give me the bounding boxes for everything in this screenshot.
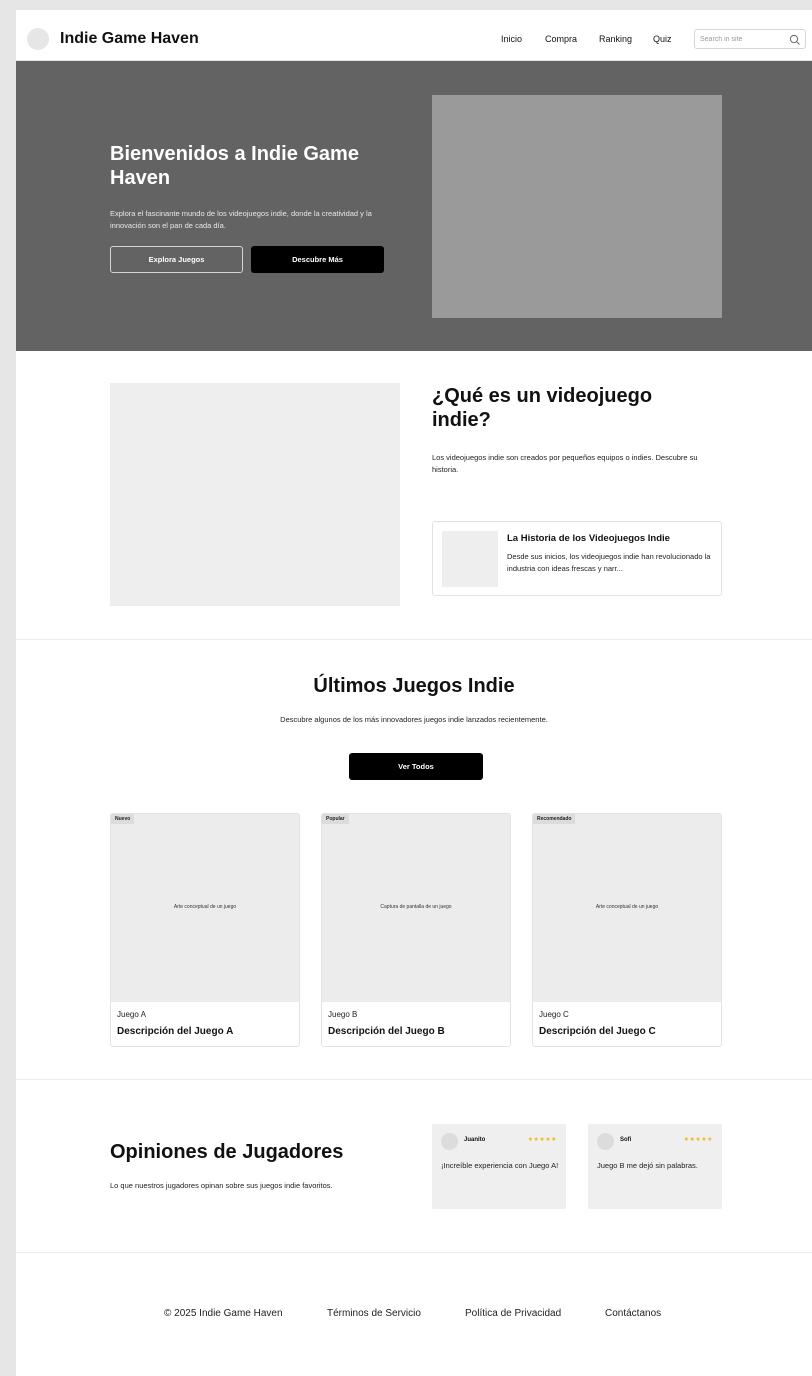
avatar — [441, 1133, 458, 1150]
section-divider — [16, 1252, 812, 1253]
game-image-caption: Captura de pantalla de un juego — [380, 904, 452, 910]
section-divider — [16, 639, 812, 640]
review-card: Juanito ★★★★★ ¡Increíble experiencia con… — [432, 1124, 566, 1209]
game-image-placeholder: Popular Captura de pantalla de un juego — [322, 814, 510, 1002]
game-description: Descripción del Juego A — [117, 1026, 234, 1037]
game-card[interactable]: Popular Captura de pantalla de un juego … — [321, 813, 511, 1047]
review-text: Juego B me dejó sin palabras. — [597, 1161, 698, 1170]
nav-item-quiz[interactable]: Quiz — [653, 34, 672, 44]
game-name: Juego B — [328, 1010, 358, 1019]
game-image-caption: Arte conceptual de un juego — [173, 904, 237, 910]
game-image-placeholder: Nuevo Arte conceptual de un juego — [111, 814, 299, 1002]
reviews-description: Lo que nuestros jugadores opinan sobre s… — [110, 1181, 333, 1190]
reviews-title: Opiniones de Jugadores — [110, 1141, 344, 1163]
game-description: Descripción del Juego B — [328, 1026, 445, 1037]
game-name: Juego C — [539, 1010, 569, 1019]
history-card-text: Desde sus inicios, los videojuegos indie… — [507, 552, 711, 573]
game-image-caption: Arte conceptual de un juego — [595, 904, 659, 910]
view-all-button[interactable]: Ver Todos — [349, 753, 483, 780]
hero-title: Bienvenidos a Indie Game Haven — [110, 143, 359, 189]
review-text: ¡Increíble experiencia con Juego A! — [441, 1161, 559, 1170]
logo-icon[interactable] — [27, 28, 49, 50]
game-card[interactable]: Recomendado Arte conceptual de un juego … — [532, 813, 722, 1047]
game-badge: Recomendado — [533, 814, 576, 824]
search-box[interactable] — [694, 29, 806, 49]
about-description: Los videojuegos indie son creados por pe… — [432, 453, 698, 474]
about-image-placeholder — [110, 383, 400, 606]
footer-link-contact[interactable]: Contáctanos — [605, 1308, 661, 1319]
reviewer-name: Sofi — [620, 1137, 632, 1143]
hero-image-placeholder — [432, 95, 722, 318]
game-image-placeholder: Recomendado Arte conceptual de un juego — [533, 814, 721, 1002]
footer-link-privacy[interactable]: Política de Privacidad — [465, 1308, 561, 1319]
footer-copyright: © 2025 Indie Game Haven — [164, 1308, 283, 1319]
page: Indie Game Haven Inicio Compra Ranking Q… — [16, 10, 812, 1376]
history-card-title: La Historia de los Videojuegos Indie — [507, 533, 670, 544]
explore-games-button[interactable]: Explora Juegos — [110, 246, 243, 273]
search-icon[interactable] — [789, 34, 801, 46]
discover-more-button[interactable]: Descubre Más — [251, 246, 384, 273]
game-name: Juego A — [117, 1010, 146, 1019]
game-card[interactable]: Nuevo Arte conceptual de un juego Juego … — [110, 813, 300, 1047]
footer-link-terms[interactable]: Términos de Servicio — [327, 1308, 421, 1319]
star-rating-icon: ★★★★★ — [527, 1137, 557, 1143]
nav-item-inicio[interactable]: Inicio — [501, 34, 522, 44]
game-description: Descripción del Juego C — [539, 1026, 656, 1037]
nav-item-compra[interactable]: Compra — [545, 34, 577, 44]
header: Indie Game Haven Inicio Compra Ranking Q… — [16, 10, 812, 61]
avatar — [597, 1133, 614, 1150]
hero-description: Explora el fascinante mundo de los video… — [110, 209, 372, 230]
latest-games-title: Últimos Juegos Indie — [313, 675, 515, 697]
review-card: Sofi ★★★★★ Juego B me dejó sin palabras. — [588, 1124, 722, 1209]
about-title: ¿Qué es un videojuego indie? — [432, 385, 653, 431]
game-badge: Nuevo — [111, 814, 135, 824]
history-card[interactable]: La Historia de los Videojuegos Indie Des… — [432, 521, 722, 596]
reviewer-name: Juanito — [464, 1137, 486, 1143]
section-divider — [16, 1079, 812, 1080]
star-rating-icon: ★★★★★ — [683, 1137, 713, 1143]
game-badge: Popular — [322, 814, 349, 824]
history-card-thumbnail — [442, 531, 498, 587]
latest-games-description: Descubre algunos de los más innovadores … — [280, 715, 548, 724]
search-input[interactable] — [700, 33, 780, 46]
brand-name[interactable]: Indie Game Haven — [60, 30, 199, 48]
nav-item-ranking[interactable]: Ranking — [599, 34, 632, 44]
hero-section: Bienvenidos a Indie Game Haven Explora e… — [16, 61, 812, 351]
